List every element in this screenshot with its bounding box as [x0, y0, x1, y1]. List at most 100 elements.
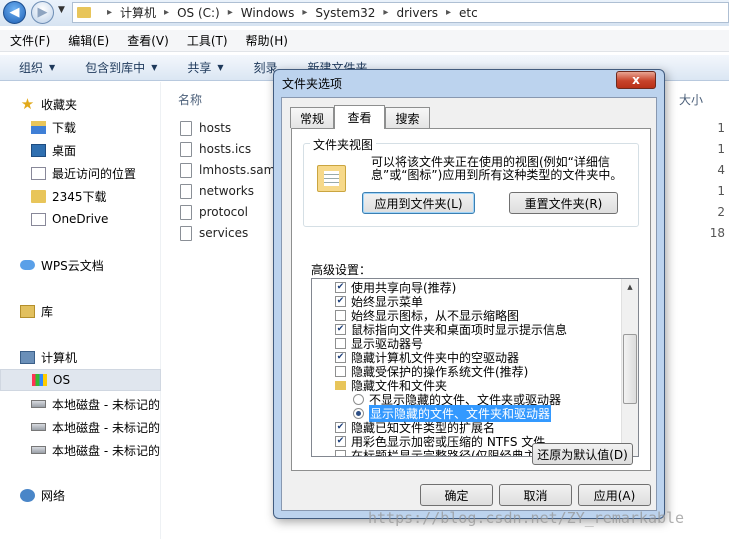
nav-favorites[interactable]: ★ 收藏夹	[0, 93, 161, 115]
nav-libraries[interactable]: 库	[0, 300, 161, 322]
checkbox[interactable]	[335, 365, 346, 377]
hard-drive-icon	[31, 400, 46, 408]
network-icon	[20, 488, 35, 502]
checkbox[interactable]: ✔	[335, 281, 346, 293]
menu-edit[interactable]: 编辑(E)	[58, 32, 117, 49]
menu-help[interactable]: 帮助(H)	[236, 32, 296, 49]
breadcrumb[interactable]: ▸ 计算机 ▸ OS (C:) ▸ Windows ▸ System32 ▸ d…	[72, 2, 729, 23]
tab-label: 搜索	[395, 111, 420, 126]
column-header-name[interactable]: 名称	[178, 91, 202, 108]
breadcrumb-item[interactable]: OS (C:)	[177, 6, 220, 20]
folder-icon	[31, 189, 46, 203]
file-row[interactable]: lmhosts.sam	[180, 160, 275, 180]
forward-button[interactable]: ▶	[31, 1, 54, 24]
tab-search[interactable]: 搜索	[385, 107, 430, 128]
scrollbar-thumb[interactable]	[623, 334, 637, 404]
checkbox[interactable]	[335, 337, 346, 349]
breadcrumb-item[interactable]: drivers	[396, 6, 438, 20]
chevron-right-icon[interactable]: ▸	[228, 7, 233, 18]
column-header-size[interactable]: 大小	[679, 91, 703, 108]
nav-network[interactable]: 网络	[0, 484, 161, 506]
file-size: 2	[717, 205, 725, 219]
nav-local-disk-1[interactable]: 本地磁盘 - 未标记的	[0, 393, 161, 415]
breadcrumb-item[interactable]: System32	[315, 6, 375, 20]
vertical-scrollbar[interactable]: ▲ ▼	[621, 279, 638, 456]
tab-view[interactable]: 查看	[334, 105, 385, 129]
back-button[interactable]: ◀	[3, 1, 26, 24]
chevron-right-icon[interactable]: ▸	[446, 7, 451, 18]
nav-os-drive[interactable]: OS	[0, 369, 161, 391]
navigation-pane: ★ 收藏夹 下载 桌面 最近访问的位置 2345下载 OneDrive WPS云文…	[0, 82, 161, 539]
nav-label: 本地磁盘 - 未标记的	[52, 420, 160, 435]
nav-2345-downloads[interactable]: 2345下载	[0, 185, 161, 207]
breadcrumb-item[interactable]: Windows	[241, 6, 295, 20]
computer-icon	[20, 350, 35, 364]
radio-button[interactable]	[353, 393, 364, 405]
restore-defaults-button[interactable]: 还原为默认值(D)	[532, 443, 633, 465]
file-size: 1	[717, 184, 725, 198]
ok-button[interactable]: 确定	[420, 484, 493, 506]
close-button[interactable]: x	[616, 71, 656, 89]
file-row[interactable]: networks	[180, 181, 254, 201]
breadcrumb-item[interactable]: 计算机	[120, 4, 156, 21]
menu-view[interactable]: 查看(V)	[117, 32, 177, 49]
chevron-right-icon[interactable]: ▸	[383, 7, 388, 18]
apply-button[interactable]: 应用(A)	[578, 484, 651, 506]
onedrive-icon	[31, 212, 46, 226]
tab-label: 常规	[299, 111, 324, 126]
file-row[interactable]: services	[180, 223, 248, 243]
menu-file[interactable]: 文件(F)	[0, 32, 58, 49]
include-in-library-button[interactable]: 包含到库中 ▼	[66, 59, 168, 76]
checkbox[interactable]: ✔	[335, 323, 346, 335]
menu-tools[interactable]: 工具(T)	[177, 32, 236, 49]
cancel-button[interactable]: 取消	[499, 484, 572, 506]
checkbox[interactable]: ✔	[335, 435, 346, 447]
checkbox[interactable]	[335, 449, 346, 456]
watermark: https://blog.csdn.net/ZY_remarkable	[368, 509, 685, 527]
share-button[interactable]: 共享 ▼	[168, 59, 234, 76]
nav-local-disk-3[interactable]: 本地磁盘 - 未标记的	[0, 439, 161, 461]
nav-label: 库	[41, 304, 54, 319]
breadcrumb-item[interactable]: etc	[459, 6, 478, 20]
nav-desktop[interactable]: 桌面	[0, 139, 161, 161]
nav-computer[interactable]: 计算机	[0, 346, 161, 368]
windows-drive-icon	[32, 374, 47, 386]
adv-option[interactable]: 在标题栏显示完整路径(仅限经典主题)	[335, 448, 552, 456]
file-icon	[180, 162, 192, 178]
nav-recent[interactable]: 最近访问的位置	[0, 162, 161, 184]
file-row[interactable]: protocol	[180, 202, 248, 222]
chevron-right-icon[interactable]: ▸	[302, 7, 307, 18]
radio-button[interactable]	[353, 407, 364, 419]
file-size: 1	[717, 142, 725, 156]
checkbox[interactable]: ✔	[335, 351, 346, 363]
file-name: protocol	[199, 205, 248, 219]
chevron-right-icon[interactable]: ▸	[164, 7, 169, 18]
file-icon	[180, 141, 192, 157]
checkbox[interactable]	[335, 309, 346, 321]
folder-views-group: 文件夹视图 可以将该文件夹正在使用的视图(例如“详细信息”或“图标”)应用到所有…	[303, 136, 639, 227]
nav-local-disk-2[interactable]: 本地磁盘 - 未标记的	[0, 416, 161, 438]
dialog-title: 文件夹选项	[282, 77, 343, 91]
folder-views-description: 可以将该文件夹正在使用的视图(例如“详细信息”或“图标”)应用到所有这种类型的文…	[371, 155, 623, 182]
chevron-right-icon[interactable]: ▸	[107, 7, 112, 18]
reset-folders-button[interactable]: 重置文件夹(R)	[509, 192, 618, 214]
include-library-label: 包含到库中	[85, 61, 146, 75]
file-row[interactable]: hosts	[180, 118, 231, 138]
scroll-up-icon[interactable]: ▲	[622, 279, 638, 295]
file-row[interactable]: hosts.ics	[180, 139, 251, 159]
checkbox[interactable]: ✔	[335, 421, 346, 433]
recent-pages-chevron-icon[interactable]: ▼	[58, 5, 65, 15]
apply-to-folders-button[interactable]: 应用到文件夹(L)	[362, 192, 475, 214]
desktop-icon	[31, 143, 46, 157]
advanced-settings-list[interactable]: ✔ 使用共享向导(推荐) ✔ 始终显示菜单 始终显示图标，从不显示缩略图 ✔ 鼠标指向…	[311, 278, 639, 457]
nav-wps-cloud[interactable]: WPS云文档	[0, 254, 161, 276]
share-label: 共享	[187, 61, 212, 75]
organize-button[interactable]: 组织 ▼	[0, 59, 66, 76]
checkbox[interactable]: ✔	[335, 295, 346, 307]
tab-general[interactable]: 常规	[290, 107, 334, 128]
nav-onedrive[interactable]: OneDrive	[0, 208, 161, 230]
file-name: networks	[199, 184, 254, 198]
nav-downloads[interactable]: 下载	[0, 116, 161, 138]
nav-label: 桌面	[52, 143, 77, 158]
file-size: 1	[717, 121, 725, 135]
